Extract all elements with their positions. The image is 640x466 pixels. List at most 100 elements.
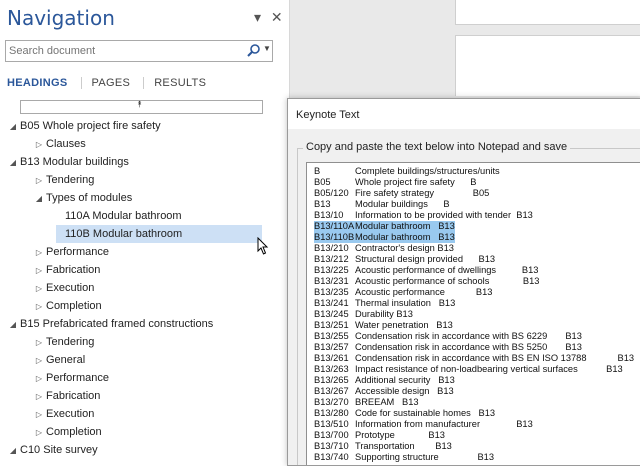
tree-item-label: Fabrication (46, 264, 101, 276)
keynote-text: Prototype B13 (355, 430, 445, 440)
tree-item[interactable]: ◢ C10 Site survey (6, 441, 98, 459)
keynote-line: B13/241 Thermal insulation B13 (314, 298, 455, 309)
expand-arrow-icon[interactable]: ◢ (32, 190, 46, 208)
keynote-line: B13/212 Structural design provided B13 (314, 254, 495, 265)
expand-arrow-icon[interactable]: ◢ (6, 442, 20, 460)
keynote-code: B13/261 (314, 353, 349, 363)
tree-item-label: Execution (46, 282, 95, 294)
pane-options-dropdown-icon[interactable]: ▾ (254, 9, 261, 26)
keynote-text: Acoustic performance of schools B13 (355, 276, 540, 286)
collapse-arrow-icon[interactable]: ▷ (32, 298, 46, 316)
close-icon[interactable]: ✕ (271, 9, 283, 26)
keynote-text: Durability B13 (355, 309, 413, 319)
tree-item[interactable]: 110A Modular bathroom (46, 207, 182, 225)
tree-item[interactable]: ▷ Fabrication (32, 261, 101, 280)
search-options-dropdown-icon[interactable]: ▼ (263, 44, 271, 53)
tree-item[interactable]: ▷ Tendering (32, 171, 94, 189)
navigation-title: Navigation (7, 6, 115, 30)
keynote-code: B13/700 (314, 430, 349, 440)
keynote-text: Impact resistance of non-loadbearing ver… (355, 364, 623, 374)
keynote-line: B13/110BModular bathroom B13 (314, 232, 455, 243)
collapse-arrow-icon[interactable]: ▷ (32, 280, 46, 298)
collapse-arrow-icon[interactable]: ▷ (32, 244, 46, 262)
tree-item-label: Completion (46, 426, 102, 438)
keynote-text: Additional security B13 (355, 375, 455, 385)
keynote-code: B13/231 (314, 276, 349, 286)
keynote-textarea[interactable]: B Complete buildings/structures/units B05 W… (306, 162, 640, 465)
collapse-arrow-icon[interactable]: ▷ (32, 406, 46, 424)
keynote-code: B13/10 (314, 210, 344, 220)
keynote-text: Contractor's design B13 (355, 243, 454, 253)
expand-arrow-icon[interactable]: ◢ (6, 118, 20, 136)
document-page[interactable] (455, 35, 640, 96)
keynote-code: B13/265 (314, 375, 349, 385)
tree-item-label: Clauses (46, 138, 86, 150)
navigation-controls: ▾ ✕ (254, 9, 289, 26)
document-page[interactable] (455, 0, 640, 25)
tab-results[interactable]: RESULTS (143, 77, 216, 89)
tree-item[interactable]: ▷ Execution (32, 279, 94, 297)
collapse-arrow-icon[interactable]: ▷ (32, 172, 46, 190)
keynote-line: B13/10 Information to be provided with te… (314, 210, 533, 221)
search-box[interactable]: ▼ (5, 40, 273, 62)
keynote-text: Structural design provided B13 (355, 254, 496, 264)
tree-item[interactable]: ◢ B15 Prefabricated framed constructions (6, 315, 213, 333)
keynote-line: B13/263 Impact resistance of non-loadbear… (314, 364, 623, 375)
collapse-arrow-icon[interactable]: ▷ (32, 388, 46, 406)
tree-item[interactable]: ▷ General (32, 351, 85, 369)
tree-item[interactable]: ◢ B13 Modular buildings (6, 153, 129, 171)
tree-item[interactable]: ▷ Clauses (32, 135, 86, 153)
keynote-line: B13/267 Accessible design B13 (314, 386, 454, 397)
collapse-arrow-icon[interactable]: ▷ (32, 334, 46, 352)
keynote-code: B13/212 (314, 254, 349, 264)
dialog-titlebar[interactable]: Keynote Text (288, 99, 640, 129)
keynote-line: B13/210 Contractor's design B13 (314, 243, 454, 254)
search-icon[interactable] (246, 42, 262, 60)
keynote-code: B05/120 (314, 188, 349, 198)
keynote-line: B13/245 Durability B13 (314, 309, 413, 320)
expand-arrow-icon[interactable]: ◢ (6, 316, 20, 334)
tab-pages[interactable]: PAGES (80, 77, 141, 89)
collapse-all-bar[interactable]: ⯭ (20, 99, 263, 114)
keynote-line: B13/700 Prototype B13 (314, 430, 445, 441)
keynote-line: B05/120 Fire safety strategy B05 (314, 188, 489, 199)
keynote-code: B13/257 (314, 342, 349, 352)
navigation-pane: Navigation ▾ ✕ ▼ HEADINGS PAGES RESULTS … (0, 0, 290, 464)
tree-item[interactable]: 110B Modular bathroom (56, 225, 262, 243)
keynote-line: B13/265 Additional security B13 (314, 375, 455, 386)
keynote-text: Water penetration B13 (355, 320, 453, 330)
collapse-arrow-icon[interactable]: ▷ (32, 352, 46, 370)
tree-item-label: Performance (46, 246, 109, 258)
keynote-line: B13/255 Condensation risk in accordance w… (314, 331, 582, 342)
tree-item[interactable]: ◢ Types of modules (32, 189, 132, 207)
keynote-code: B13/210 (314, 243, 349, 253)
keynote-text: Whole project fire safety B (355, 177, 477, 187)
tree-item-label: C10 Site survey (20, 444, 98, 456)
collapse-arrow-icon[interactable]: ▷ (32, 424, 46, 442)
keynote-text: Information from manufacturer B13 (355, 419, 533, 429)
collapse-arrow-icon[interactable]: ▷ (32, 370, 46, 388)
collapse-arrow-icon[interactable]: ▷ (32, 136, 46, 154)
tree-item[interactable]: ▷ Execution (32, 405, 94, 423)
keynote-text: Code for sustainable homes B13 (355, 408, 496, 418)
tree-item[interactable]: ▷ Completion (32, 297, 102, 315)
keynote-line: B13/261 Condensation risk in accordance w… (314, 353, 634, 364)
keynote-line: B13/110AModular bathroom B13 (314, 221, 455, 232)
keynote-line: B13/231 Acoustic performance of schools B… (314, 276, 539, 287)
search-input[interactable] (9, 43, 239, 59)
keynote-line: B13/510 Information from manufacturer B13 (314, 419, 533, 430)
tree-item[interactable]: ◢ B05 Whole project fire safety (6, 117, 161, 135)
tree-item[interactable]: ▷ Fabrication (32, 387, 101, 406)
tree-item-label: Execution (46, 408, 95, 420)
collapse-arrow-icon[interactable]: ▷ (32, 262, 46, 280)
tab-headings[interactable]: HEADINGS (7, 77, 77, 89)
keynote-code: B13/225 (314, 265, 349, 275)
tree-item[interactable]: ▷ Tendering (32, 333, 94, 351)
tree-item[interactable]: ▷ Performance (32, 369, 109, 387)
expand-arrow-icon[interactable]: ◢ (6, 154, 20, 172)
tree-item-label: Tendering (46, 336, 95, 348)
tree-item-label: Completion (46, 300, 102, 312)
tree-item[interactable]: ▷ Completion (32, 423, 102, 441)
mouse-cursor-icon (257, 237, 269, 255)
tree-item[interactable]: ▷ Performance (32, 243, 109, 261)
